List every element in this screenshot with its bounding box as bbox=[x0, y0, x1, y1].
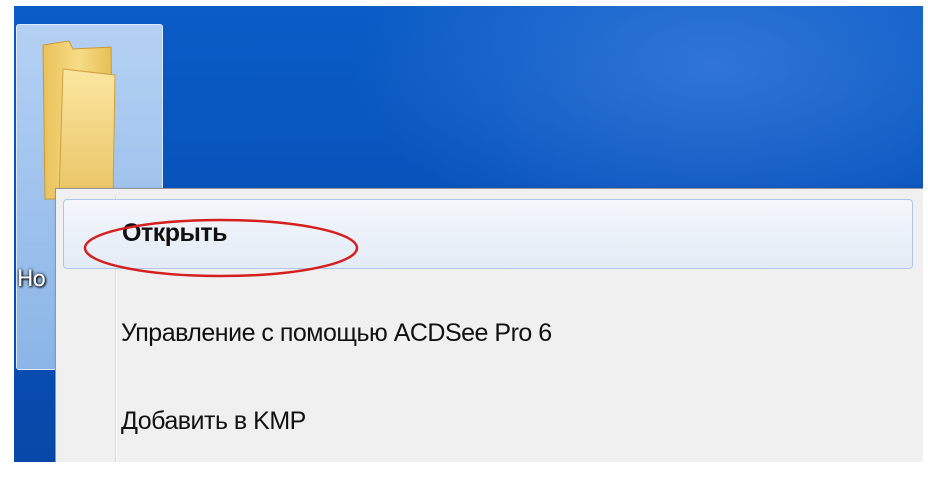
menu-item-add-to-kmp-label: Добавить в KMP bbox=[121, 407, 306, 435]
context-menu: Открыть Управление с помощью ACDSee Pro … bbox=[55, 188, 923, 462]
folder-icon bbox=[42, 40, 116, 200]
menu-item-open[interactable]: Открыть bbox=[63, 199, 913, 269]
desktop-folder-label: Но bbox=[17, 267, 46, 292]
screenshot-frame: Но Открыть Управление с помощью ACDSee P… bbox=[14, 6, 923, 462]
menu-item-add-to-kmp[interactable]: Добавить в KMP bbox=[63, 387, 913, 457]
menu-item-acdsee[interactable]: Управление с помощью ACDSee Pro 6 bbox=[63, 299, 913, 369]
menu-item-open-label: Открыть bbox=[122, 219, 227, 247]
menu-item-acdsee-label: Управление с помощью ACDSee Pro 6 bbox=[121, 319, 552, 347]
